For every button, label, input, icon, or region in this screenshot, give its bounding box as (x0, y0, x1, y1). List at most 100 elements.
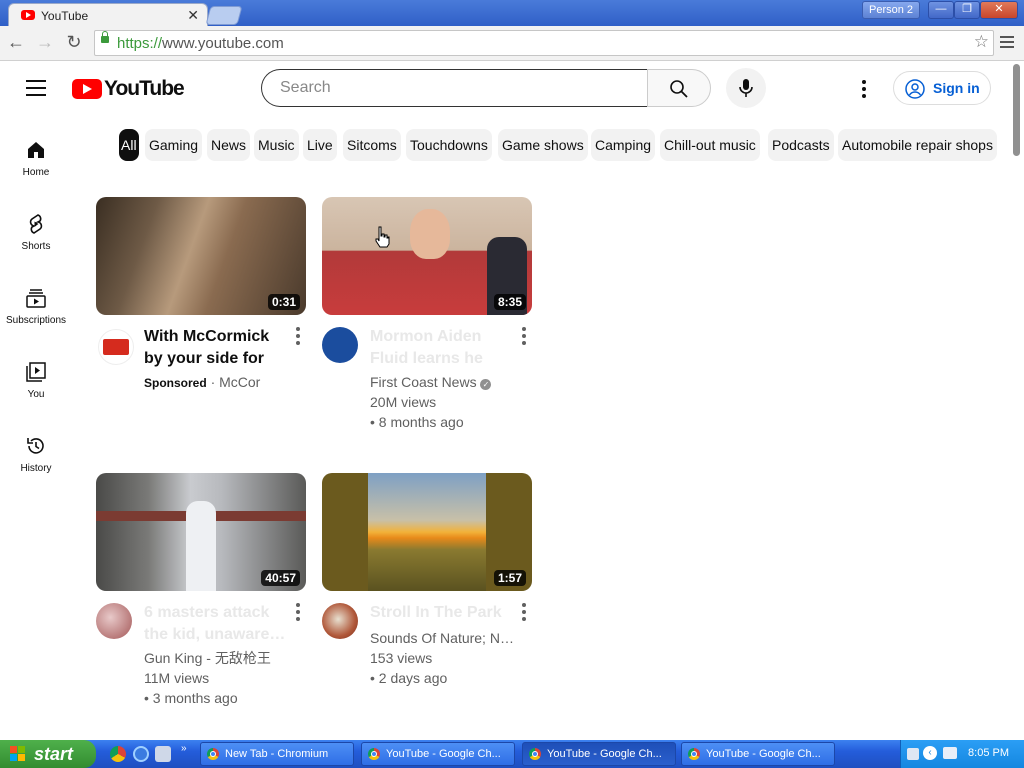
sidebar-item-subscriptions[interactable]: Subscriptions (0, 287, 72, 345)
taskbar-item-new-tab[interactable]: New Tab - Chromium (200, 742, 354, 766)
video-duration: 8:35 (493, 294, 526, 310)
chip-podcasts[interactable]: Podcasts (768, 129, 834, 161)
close-window-button[interactable]: ✕ (980, 1, 1018, 19)
search-button[interactable] (647, 69, 711, 107)
minimize-button[interactable]: — (928, 1, 954, 19)
mccormick-logo-icon (103, 339, 129, 355)
hamburger-menu-icon[interactable] (26, 80, 46, 96)
url-text: https://www.youtube.com (117, 35, 284, 52)
windows-flag-icon (10, 746, 26, 762)
profile-badge[interactable]: Person 2 (862, 1, 920, 19)
upload-age: • 3 months ago (144, 690, 238, 706)
sidebar-item-shorts[interactable]: Shorts (0, 213, 72, 271)
forward-arrow-icon[interactable]: → (35, 32, 55, 52)
address-bar[interactable]: https://www.youtube.com ☆ (94, 30, 994, 56)
sidebar-label: Home (22, 167, 50, 178)
channel-avatar[interactable] (322, 603, 358, 639)
channel-name[interactable]: First Coast News ✓ (370, 372, 492, 392)
taskbar-item-youtube-2[interactable]: YouTube - Google Ch... (522, 742, 676, 766)
app-quicklaunch-icon[interactable] (155, 746, 171, 762)
browser-toolbar: ← → ↻ https://www.youtube.com ☆ (0, 26, 1024, 61)
channel-avatar[interactable] (96, 603, 132, 639)
voice-search-button[interactable] (726, 68, 766, 108)
sign-in-label: Sign in (933, 80, 980, 96)
chrome-icon (529, 748, 541, 760)
taskbar-item-youtube-1[interactable]: YouTube - Google Ch... (361, 742, 515, 766)
channel-avatar[interactable] (322, 327, 358, 363)
video-title[interactable]: Mormon Aiden Fluid learns he w… (370, 326, 514, 370)
microphone-icon (739, 79, 753, 97)
channel-avatar[interactable] (98, 329, 134, 365)
system-tray: ‹ 8:05 PM (900, 740, 1024, 768)
chip-gaming[interactable]: Gaming (145, 129, 203, 161)
lock-icon (101, 31, 109, 43)
chip-touchdowns[interactable]: Touchdowns (406, 129, 492, 161)
sign-in-button[interactable]: Sign in (893, 71, 991, 105)
chromium-icon (207, 748, 219, 760)
settings-more-icon[interactable] (862, 80, 868, 98)
browser-tab-youtube[interactable]: YouTube ✕ (8, 3, 208, 27)
video-title[interactable]: With McCormick by your side for over… (144, 326, 288, 370)
verified-badge-icon: ✓ (480, 379, 492, 390)
chip-game-shows[interactable]: Game shows (498, 129, 588, 161)
sidebar-item-home[interactable]: Home (0, 139, 72, 197)
sidebar-item-history[interactable]: History (0, 435, 72, 493)
chip-camping[interactable]: Camping (591, 129, 656, 161)
video-meta: Sponsored · McCor (144, 374, 261, 390)
youtube-logo[interactable]: YouTube (72, 77, 185, 100)
search-input[interactable] (278, 78, 632, 98)
chip-all[interactable]: All (119, 129, 139, 161)
video-duration: 40:57 (261, 570, 300, 586)
channel-name[interactable]: Gun King - 无敌枪王 (144, 648, 271, 668)
chrome-quicklaunch-icon[interactable] (110, 746, 126, 762)
video-more-icon[interactable] (296, 603, 302, 623)
video-thumbnail[interactable]: 40:57 (96, 473, 306, 591)
ie-quicklaunch-icon[interactable] (133, 746, 149, 762)
chip-live[interactable]: Live (303, 129, 337, 161)
video-thumbnail[interactable]: 0:31 (96, 197, 306, 315)
sidebar-label: You (27, 389, 45, 400)
taskbar-item-youtube-3[interactable]: YouTube - Google Ch... (681, 742, 835, 766)
chip-automobile-repair-shops[interactable]: Automobile repair shops (838, 129, 997, 161)
chip-chill-out-music[interactable]: Chill-out music (660, 129, 760, 161)
video-thumbnail[interactable]: 8:35 (322, 197, 532, 315)
video-more-icon[interactable] (522, 327, 528, 347)
video-thumbnail[interactable]: 1:57 (322, 473, 532, 591)
video-title[interactable]: 6 masters attack the kid, unaware… (144, 602, 288, 646)
page-scrollbar[interactable] (1013, 64, 1020, 156)
start-button[interactable]: start (0, 740, 96, 768)
youtube-favicon-icon (21, 10, 35, 20)
keyboard-tray-icon[interactable] (907, 748, 919, 760)
bookmark-star-icon[interactable]: ☆ (974, 32, 989, 52)
chip-news[interactable]: News (207, 129, 251, 161)
taskbar-clock[interactable]: 8:05 PM (968, 747, 1009, 759)
channel-name[interactable]: Sounds Of Nature; N… (370, 628, 514, 648)
chrome-icon (368, 748, 380, 760)
sidebar-label: Subscriptions (5, 315, 67, 326)
search-box (261, 69, 647, 107)
sidebar-item-you[interactable]: You (0, 361, 72, 419)
video-more-icon[interactable] (296, 327, 302, 347)
browser-menu-icon[interactable] (1000, 34, 1014, 50)
channel-name[interactable]: McCor (219, 374, 260, 390)
view-count: 20M views (370, 394, 437, 410)
tray-expand-icon[interactable]: ‹ (923, 746, 937, 760)
subscriptions-icon (26, 289, 46, 308)
video-more-icon[interactable] (522, 603, 528, 623)
logo-text: YouTube (104, 77, 185, 100)
new-tab-button[interactable] (205, 6, 243, 25)
network-tray-icon[interactable] (943, 747, 957, 759)
chip-sitcoms[interactable]: Sitcoms (343, 129, 401, 161)
tab-title: YouTube (41, 9, 89, 23)
restore-button[interactable]: ❐ (954, 1, 980, 19)
search-icon (670, 80, 688, 98)
back-arrow-icon[interactable]: ← (6, 32, 26, 52)
quicklaunch-expand-icon[interactable]: » (181, 743, 187, 754)
chip-music[interactable]: Music (254, 129, 299, 161)
reload-icon[interactable]: ↻ (64, 32, 84, 52)
tab-close-icon[interactable]: ✕ (187, 7, 199, 24)
home-icon (28, 142, 44, 158)
chrome-icon (688, 748, 700, 760)
start-label: start (34, 744, 74, 764)
upload-age: • 2 days ago (370, 670, 448, 686)
